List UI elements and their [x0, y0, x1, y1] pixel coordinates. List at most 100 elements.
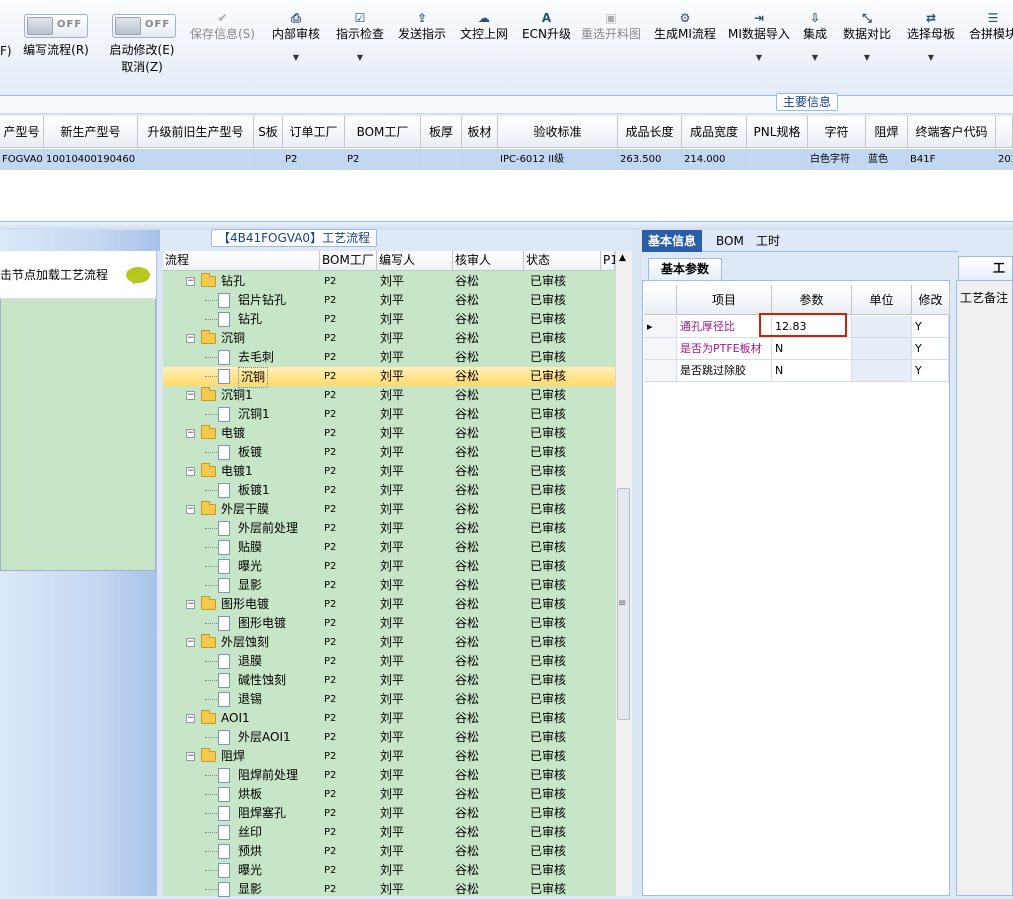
grid-cell[interactable]: 214.000	[682, 149, 747, 170]
tree-col-header[interactable]: 状态	[524, 251, 601, 271]
process-row[interactable]: − 钻孔 P2 刘平 谷松 已审核	[163, 272, 615, 291]
process-row[interactable]: 板镀1 P2 刘平 谷松 已审核	[163, 481, 615, 500]
collapse-icon[interactable]: −	[186, 505, 195, 514]
grid-col-header[interactable]: 字符	[808, 116, 866, 148]
chevron-down-icon[interactable]: ▼	[907, 52, 955, 64]
grid-col-header[interactable]: 升级前旧生产型号	[138, 116, 254, 148]
process-row[interactable]: 沉铜1 P2 刘平 谷松 已审核	[163, 405, 615, 424]
grid-cell[interactable]	[254, 149, 283, 170]
grid-col-header[interactable]: 订单工厂	[283, 116, 345, 148]
process-row[interactable]: − 图形电镀 P2 刘平 谷松 已审核	[163, 595, 615, 614]
param-value[interactable]: N	[772, 338, 852, 360]
collapse-icon[interactable]: −	[186, 277, 195, 286]
grid-cell[interactable]: B41F	[908, 149, 996, 170]
chevron-down-icon[interactable]: ▼	[728, 52, 790, 64]
params-col-header[interactable]: 项目	[677, 285, 772, 315]
toolbar-button-4[interactable]: ⇪ 发送指示	[398, 10, 446, 42]
process-row[interactable]: 阻焊塞孔 P2 刘平 谷松 已审核	[163, 804, 615, 823]
process-row[interactable]: − 电镀 P2 刘平 谷松 已审核	[163, 424, 615, 443]
process-row[interactable]: 外层AOI1 P2 刘平 谷松 已审核	[163, 728, 615, 747]
grid-cell[interactable]: P2	[283, 149, 345, 170]
process-row[interactable]: 退膜 P2 刘平 谷松 已审核	[163, 652, 615, 671]
process-row[interactable]: 退锡 P2 刘平 谷松 已审核	[163, 690, 615, 709]
cancel-label[interactable]: 取消(Z)	[102, 59, 182, 76]
vertical-splitter-2[interactable]	[632, 230, 642, 896]
param-row[interactable]: 是否跳过除胶 N Y	[644, 360, 949, 382]
toolbar-button-5[interactable]: ☁ 文控上网	[460, 10, 508, 42]
grid-cell[interactable]	[747, 149, 808, 170]
tab-process-notes[interactable]: 工艺	[958, 256, 1013, 280]
main-info-header[interactable]: 主要信息	[776, 93, 839, 111]
collapse-icon[interactable]: −	[186, 467, 195, 476]
collapse-icon[interactable]: −	[186, 752, 195, 761]
toolbar-button-3[interactable]: ☑ 指示检查 ▼	[336, 10, 384, 64]
grid-cell[interactable]: 白色字符	[808, 149, 866, 170]
grid-col-header[interactable]: S板	[254, 116, 283, 148]
chevron-down-icon[interactable]: ▼	[843, 52, 891, 64]
grid-col-header[interactable]: 新生产型号	[44, 116, 138, 148]
process-row[interactable]: 曝光 P2 刘平 谷松 已审核	[163, 861, 615, 880]
tab-2[interactable]: 工时	[750, 230, 786, 252]
process-row[interactable]: 显影 P2 刘平 谷松 已审核	[163, 576, 615, 595]
process-row[interactable]: − AOI1 P2 刘平 谷松 已审核	[163, 709, 615, 728]
process-row[interactable]: 贴膜 P2 刘平 谷松 已审核	[163, 538, 615, 557]
tab-1[interactable]: BOM	[710, 230, 750, 252]
grid-col-header-extra[interactable]	[996, 116, 1013, 148]
collapse-icon[interactable]: −	[186, 638, 195, 647]
toolbar-button-13[interactable]: ☰ 合拼模块	[969, 10, 1013, 42]
grid-cell[interactable]	[138, 149, 254, 170]
process-row[interactable]: 外层前处理 P2 刘平 谷松 已审核	[163, 519, 615, 538]
grid-cell[interactable]	[462, 149, 498, 170]
grid-cell[interactable]: 蓝色	[866, 149, 908, 170]
tree-col-header[interactable]: BOM工厂	[320, 251, 377, 271]
chevron-down-icon[interactable]: ▼	[336, 52, 384, 64]
grid-col-header[interactable]: 板材	[462, 116, 498, 148]
process-row[interactable]: 显影 P2 刘平 谷松 已审核	[163, 880, 615, 899]
grid-col-header[interactable]: 板厚	[421, 116, 462, 148]
process-row[interactable]: 板镀 P2 刘平 谷松 已审核	[163, 443, 615, 462]
toolbar-button-2[interactable]: ⎙ 内部审核 ▼	[272, 10, 320, 64]
param-unit[interactable]	[852, 316, 912, 338]
grid-cell-extra[interactable]: 202	[996, 149, 1013, 170]
param-row[interactable]: 是否为PTFE板材 N Y	[644, 338, 949, 360]
speech-bubble-icon[interactable]	[126, 267, 150, 285]
grid-col-header[interactable]: 产型号	[0, 116, 44, 148]
process-row[interactable]: − 阻焊 P2 刘平 谷松 已审核	[163, 747, 615, 766]
params-col-header[interactable]: 参数	[772, 285, 852, 315]
toolbar-button-12[interactable]: ⇄ 选择母板 ▼	[907, 10, 955, 64]
process-row[interactable]: 沉铜 P2 刘平 谷松 已审核	[163, 367, 615, 388]
toolbar-button-9[interactable]: ⇥ MI数据导入 ▼	[728, 10, 790, 64]
tree-col-header[interactable]: 流程	[163, 251, 320, 271]
process-row[interactable]: − 外层蚀刻 P2 刘平 谷松 已审核	[163, 633, 615, 652]
toolbar-button-11[interactable]: ⤡ 数据对比 ▼	[843, 10, 891, 64]
tree-col-header[interactable]: P1	[601, 251, 618, 271]
grid-col-header[interactable]: BOM工厂	[345, 116, 421, 148]
collapse-icon[interactable]: −	[186, 334, 195, 343]
process-row[interactable]: 碱性蚀刻 P2 刘平 谷松 已审核	[163, 671, 615, 690]
process-row[interactable]: − 电镀1 P2 刘平 谷松 已审核	[163, 462, 615, 481]
process-row[interactable]: − 沉铜1 P2 刘平 谷松 已审核	[163, 386, 615, 405]
toolbar-button-8[interactable]: ⚙ 生成MI流程	[654, 10, 716, 42]
grid-col-header[interactable]: 验收标准	[498, 116, 618, 148]
horizontal-splitter[interactable]	[0, 222, 1013, 230]
process-row[interactable]: 阻焊前处理 P2 刘平 谷松 已审核	[163, 766, 615, 785]
param-unit[interactable]	[852, 360, 912, 382]
grid-cell[interactable]	[421, 149, 462, 170]
process-row[interactable]: 铝片钻孔 P2 刘平 谷松 已审核	[163, 291, 615, 310]
chevron-down-icon[interactable]: ▼	[803, 52, 827, 64]
process-row[interactable]: − 外层干膜 P2 刘平 谷松 已审核	[163, 500, 615, 519]
tree-col-header[interactable]: 核审人	[453, 251, 524, 271]
grid-col-header[interactable]: PNL规格	[747, 116, 808, 148]
tab-basic-params[interactable]: 基本参数	[648, 258, 723, 280]
scroll-up-icon[interactable]: ▲	[619, 253, 626, 263]
process-row[interactable]: 丝印 P2 刘平 谷松 已审核	[163, 823, 615, 842]
grid-cell[interactable]: IPC-6012 II级	[498, 149, 618, 170]
process-row[interactable]: 烘板 P2 刘平 谷松 已审核	[163, 785, 615, 804]
param-value[interactable]: N	[772, 360, 852, 382]
grid-cell[interactable]: FOGVA0	[0, 149, 44, 170]
process-row[interactable]: − 沉铜 P2 刘平 谷松 已审核	[163, 329, 615, 348]
params-col-header[interactable]: 单位	[852, 285, 912, 315]
toolbar-button-6[interactable]: A ECN升级	[522, 10, 571, 42]
tree-col-header[interactable]: 编写人	[377, 251, 453, 271]
collapse-icon[interactable]: −	[186, 391, 195, 400]
